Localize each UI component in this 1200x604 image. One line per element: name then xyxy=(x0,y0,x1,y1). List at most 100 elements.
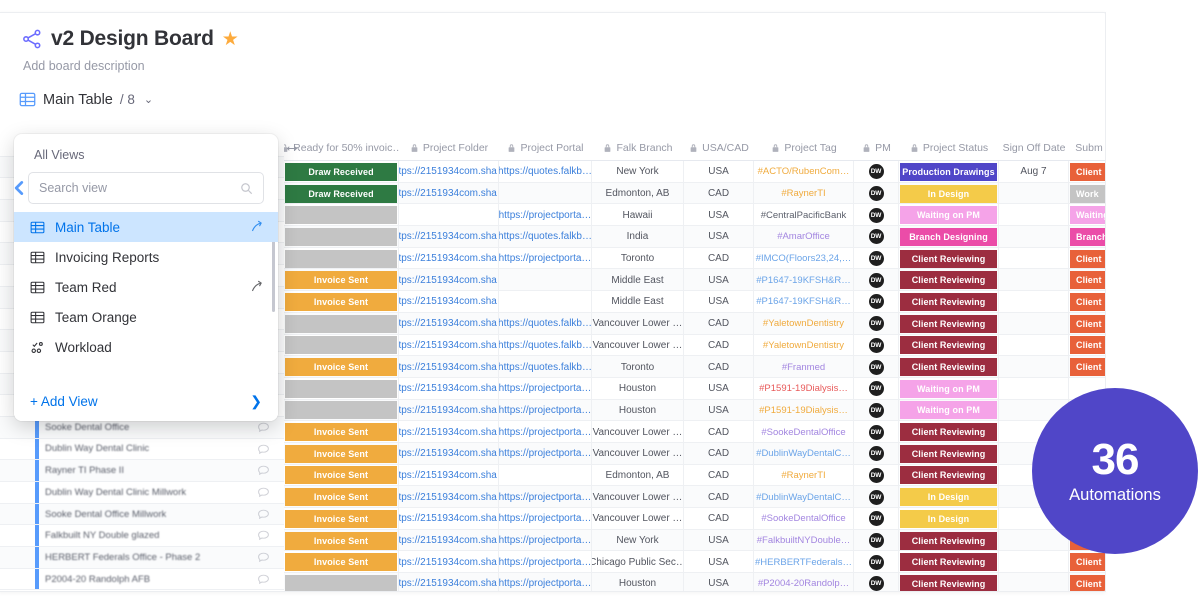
status-badge[interactable] xyxy=(285,228,397,246)
cell-pm[interactable]: DW xyxy=(854,204,899,226)
status-badge[interactable]: Client Reviewing xyxy=(900,336,997,354)
status-badge[interactable]: Waiting xyxy=(1070,206,1106,224)
cell-portal[interactable]: https://quotes.falkb… xyxy=(499,356,592,378)
share-icon[interactable] xyxy=(21,28,43,50)
cell-status[interactable]: Client Reviewing xyxy=(899,443,999,465)
project-tag[interactable]: #FalkbuiltNYDouble… xyxy=(757,535,850,546)
cell-region[interactable]: CAD xyxy=(684,183,754,205)
cell-portal[interactable]: https://projectporta… xyxy=(499,443,592,465)
cell-folder[interactable]: https://2151934com.sha… xyxy=(399,378,499,400)
cell-folder[interactable]: https://2151934com.sha… xyxy=(399,313,499,335)
cell-tag[interactable]: #RaynerTI xyxy=(754,465,854,487)
cell-region[interactable]: USA xyxy=(684,573,754,592)
cell-signoff[interactable] xyxy=(999,204,1069,226)
cell-signoff[interactable] xyxy=(999,573,1069,592)
project-tag[interactable]: #AmarOffice xyxy=(777,231,830,242)
cell-ready[interactable]: Draw Received xyxy=(284,161,399,183)
cell-signoff[interactable] xyxy=(999,183,1069,205)
chevron-down-icon[interactable]: ⌄ xyxy=(144,93,153,106)
cell-tag[interactable]: #P1647-19KFSH&R… xyxy=(754,269,854,291)
item-name[interactable]: Rayner TI Phase II xyxy=(45,465,124,476)
comment-icon[interactable] xyxy=(257,551,270,564)
cell-portal[interactable]: https://projectporta… xyxy=(499,573,592,592)
cell-status[interactable]: Client Reviewing xyxy=(899,573,999,592)
cell-tag[interactable]: #DublinWayDentalC… xyxy=(754,443,854,465)
cell-ready[interactable]: Invoice Sent xyxy=(284,443,399,465)
status-badge[interactable]: In Design xyxy=(900,185,997,203)
status-badge[interactable]: In Design xyxy=(900,488,997,506)
avatar[interactable]: DW xyxy=(869,555,884,570)
avatar[interactable]: DW xyxy=(869,576,884,591)
cell-region[interactable]: USA xyxy=(684,226,754,248)
avatar[interactable]: DW xyxy=(869,208,884,223)
cell-signoff[interactable] xyxy=(999,226,1069,248)
cell-ready[interactable]: Invoice Sent xyxy=(284,269,399,291)
avatar[interactable]: DW xyxy=(869,381,884,396)
cell-pm[interactable]: DW xyxy=(854,573,899,592)
cell-signoff[interactable] xyxy=(999,356,1069,378)
cell-portal[interactable]: https://projectporta… xyxy=(499,508,592,530)
cell-folder[interactable]: https://2151934com.sha… xyxy=(399,291,499,313)
cell-ready[interactable] xyxy=(284,313,399,335)
cell-folder[interactable]: https://2151934com.sha… xyxy=(399,530,499,552)
project-tag[interactable]: #P1647-19KFSH&R… xyxy=(756,275,851,286)
cell-folder[interactable]: https://2151934com.sha… xyxy=(399,551,499,573)
cell-folder[interactable]: https://2151934com.sha… xyxy=(399,269,499,291)
cell-signoff[interactable] xyxy=(999,551,1069,573)
view-item-main-table[interactable]: Main Table xyxy=(14,212,278,242)
cell-tag[interactable]: #P2004-20Randolp… xyxy=(754,573,854,592)
column-header-portal[interactable]: Project Portal xyxy=(499,135,592,161)
status-badge[interactable]: Draw Received xyxy=(285,163,397,181)
cell-status[interactable]: Client Reviewing xyxy=(899,291,999,313)
status-badge[interactable]: Branch Designing xyxy=(900,228,997,246)
cell-branch[interactable]: Vancouver Lower … xyxy=(592,421,684,443)
cell-portal[interactable]: https://projectporta… xyxy=(499,486,592,508)
cell-folder[interactable]: https://2151934com.sha… xyxy=(399,400,499,422)
column-header-signoff[interactable]: Sign Off Date xyxy=(999,135,1069,161)
status-badge[interactable]: Work xyxy=(1070,185,1106,203)
cell-branch[interactable]: Houston xyxy=(592,378,684,400)
cell-submitted[interactable]: Waiting xyxy=(1069,204,1106,226)
view-selector[interactable]: Main Table / 8 ⌄ xyxy=(0,73,284,108)
cell-ready[interactable]: Invoice Sent xyxy=(284,291,399,313)
cell-tag[interactable]: #DublinWayDentalC… xyxy=(754,486,854,508)
cell-branch[interactable]: Chicago Public Sec… xyxy=(592,551,684,573)
cell-tag[interactable]: #ACTO/RubenCom… xyxy=(754,161,854,183)
cell-ready[interactable] xyxy=(284,226,399,248)
list-item[interactable]: Falkbuilt NY Double glazed xyxy=(0,525,284,547)
avatar[interactable]: DW xyxy=(869,164,884,179)
search-input[interactable] xyxy=(39,181,240,195)
status-badge[interactable]: Client Reviewing xyxy=(900,293,997,311)
cell-region[interactable]: USA xyxy=(684,269,754,291)
cell-portal[interactable]: https://projectporta… xyxy=(499,204,592,226)
cell-region[interactable]: USA xyxy=(684,378,754,400)
column-header-branch[interactable]: Falk Branch xyxy=(592,135,684,161)
avatar[interactable]: DW xyxy=(869,511,884,526)
status-badge[interactable]: Client xyxy=(1070,163,1106,181)
status-badge[interactable]: In Design xyxy=(900,510,997,528)
column-resize-handle-icon[interactable] xyxy=(284,135,300,161)
cell-branch[interactable]: New York xyxy=(592,530,684,552)
cell-region[interactable]: CAD xyxy=(684,313,754,335)
item-name[interactable]: Dublin Way Dental Clinic xyxy=(45,443,149,454)
board-description[interactable]: Add board description xyxy=(0,51,284,73)
cell-pm[interactable]: DW xyxy=(854,508,899,530)
cell-status[interactable]: Client Reviewing xyxy=(899,465,999,487)
cell-pm[interactable]: DW xyxy=(854,443,899,465)
cell-submitted[interactable]: Client xyxy=(1069,313,1106,335)
cell-folder[interactable]: https://2151934com.sha… xyxy=(399,161,499,183)
cell-region[interactable]: CAD xyxy=(684,443,754,465)
list-item[interactable]: P2004-20 Randolph AFB xyxy=(0,569,284,591)
list-item[interactable]: HERBERT Federals Office - Phase 2 xyxy=(0,547,284,569)
cell-portal[interactable]: https://projectporta… xyxy=(499,400,592,422)
cell-branch[interactable]: Edmonton, AB xyxy=(592,183,684,205)
status-badge[interactable]: Production Drawings xyxy=(900,163,997,181)
project-tag[interactable]: #P2004-20Randolp… xyxy=(758,578,849,589)
cell-region[interactable]: CAD xyxy=(684,508,754,530)
cell-folder[interactable]: https://2151934com.sha… xyxy=(399,486,499,508)
status-badge[interactable]: Invoice Sent xyxy=(285,510,397,528)
project-tag[interactable]: #DublinWayDentalC… xyxy=(756,448,851,459)
cell-region[interactable]: CAD xyxy=(684,248,754,270)
cell-folder[interactable]: https://2151934com.sha… xyxy=(399,356,499,378)
comment-icon[interactable] xyxy=(257,421,270,434)
